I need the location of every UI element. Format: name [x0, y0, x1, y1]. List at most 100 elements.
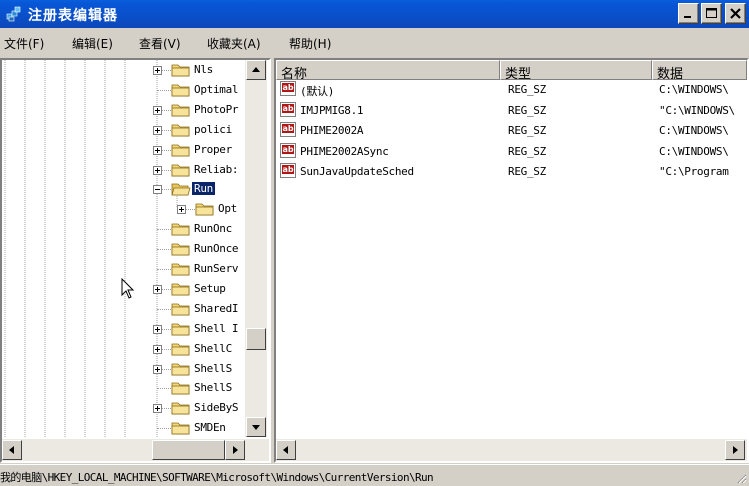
- tree-scroll-thumb[interactable]: [246, 328, 266, 350]
- arrow-left-icon: [9, 446, 14, 454]
- tree-node-label: Shell I: [194, 321, 239, 335]
- tree-connector: [157, 428, 171, 430]
- string-value-icon: ab: [280, 101, 296, 117]
- value-name: IMJPMIG8.1: [300, 103, 364, 117]
- tree-node-label: Nls: [194, 63, 213, 76]
- tree-scroll-up-button[interactable]: [246, 60, 266, 80]
- value-row[interactable]: ab (默认) REG_SZ C:\WINDOWS\: [278, 80, 738, 100]
- column-header-name[interactable]: 名称: [276, 60, 500, 80]
- tree-horizontal-scrollbar[interactable]: [2, 439, 269, 461]
- folder-icon: [171, 102, 191, 118]
- tree-node-label: PhotoPr: [194, 102, 239, 116]
- arrow-up-icon: [252, 67, 260, 72]
- registry-values-pane[interactable]: 名称 类型 数据 ab (默认) REG_SZ C:\WINDOWS\ ab IMJPMI…: [274, 58, 749, 463]
- tree-hscroll-thumb[interactable]: [152, 440, 225, 460]
- column-header-data[interactable]: 数据: [652, 60, 747, 80]
- folder-icon: [171, 162, 191, 178]
- expand-plus-icon[interactable]: [153, 105, 162, 115]
- tree-vertical-scrollbar[interactable]: [245, 60, 267, 437]
- folder-icon: [171, 221, 191, 237]
- value-type: REG_SZ: [508, 165, 546, 178]
- value-name: PHIME2002A: [300, 124, 364, 137]
- column-header-type[interactable]: 类型: [500, 60, 652, 80]
- tree-scroll-right-button[interactable]: [225, 440, 245, 460]
- tree-node-label: RunOnc: [194, 222, 232, 236]
- folder-icon: [171, 400, 191, 416]
- close-button[interactable]: [725, 3, 746, 24]
- tree-node-label: SharedI: [194, 301, 239, 315]
- expand-plus-icon[interactable]: [153, 125, 162, 135]
- tree-node-label: Optimal: [194, 82, 239, 96]
- value-type: REG_SZ: [508, 103, 546, 117]
- folder-icon: [171, 321, 191, 337]
- menu-bar: 文件(F) 编辑(E) 查看(V) 收藏夹(A) 帮助(H): [0, 28, 749, 58]
- minimize-icon: [684, 16, 691, 18]
- collapse-minus-icon[interactable]: [153, 185, 162, 195]
- folder-open-icon: [171, 181, 191, 197]
- regedit-app-icon: [6, 6, 21, 22]
- arrow-right-icon: [233, 446, 238, 454]
- expand-plus-icon[interactable]: [153, 145, 162, 155]
- folder-icon: [171, 301, 191, 317]
- menu-help[interactable]: 帮助(H): [289, 35, 331, 52]
- expand-plus-icon[interactable]: [153, 404, 162, 414]
- expand-plus-icon[interactable]: [153, 66, 162, 75]
- tree-node-label: RunServ: [194, 262, 239, 275]
- value-data: C:\WINDOWS\: [659, 144, 729, 158]
- tree-node-label: polici: [194, 122, 232, 136]
- folder-icon: [171, 281, 191, 297]
- tree-node-label: ShellC: [194, 341, 232, 355]
- folder-icon: [171, 82, 191, 98]
- status-bar: 我的电脑\HKEY_LOCAL_MACHINE\SOFTWARE\Microso…: [0, 464, 749, 486]
- value-row[interactable]: ab SunJavaUpdateSched REG_SZ "C:\Program: [278, 162, 738, 182]
- value-type: REG_SZ: [508, 83, 546, 96]
- expand-plus-icon[interactable]: [153, 165, 162, 175]
- resize-grip-icon[interactable]: [735, 472, 747, 484]
- folder-icon: [171, 361, 191, 377]
- folder-icon: [171, 62, 191, 78]
- value-row[interactable]: ab PHIME2002ASync REG_SZ C:\WINDOWS\: [278, 142, 738, 162]
- folder-icon: [171, 261, 191, 277]
- value-row[interactable]: ab IMJPMIG8.1 REG_SZ "C:\WINDOWS\: [278, 101, 738, 121]
- registry-tree-pane[interactable]: Nls Optimal PhotoPr polici Proper Reliab: Run O…: [0, 58, 271, 463]
- values-scroll-right-button[interactable]: [725, 440, 745, 460]
- expand-plus-icon[interactable]: [153, 324, 162, 334]
- value-row[interactable]: ab PHIME2002A REG_SZ C:\WINDOWS\: [278, 121, 738, 141]
- tree-node-label: SideByS: [194, 401, 239, 415]
- menu-favorites[interactable]: 收藏夹(A): [207, 35, 261, 52]
- folder-icon: [171, 380, 191, 396]
- tree-node-label: ShellS: [194, 381, 232, 395]
- expand-plus-icon[interactable]: [153, 364, 162, 374]
- folder-icon: [195, 201, 215, 217]
- folder-icon: [171, 241, 191, 257]
- value-type: REG_SZ: [508, 124, 546, 137]
- value-name: (默认): [300, 85, 335, 98]
- values-horizontal-scrollbar[interactable]: [276, 439, 747, 461]
- tree-scroll-left-button[interactable]: [2, 440, 22, 460]
- tree-connector: [157, 229, 171, 231]
- string-value-icon: ab: [280, 122, 296, 137]
- value-name: PHIME2002ASync: [300, 144, 389, 158]
- tree-node-label: Opt: [218, 202, 237, 216]
- maximize-icon: [706, 8, 717, 18]
- tree-connector: [157, 388, 171, 390]
- expand-plus-icon[interactable]: [153, 344, 162, 354]
- tree-node-label: SMDEn: [194, 421, 226, 435]
- expand-plus-icon[interactable]: [153, 284, 162, 294]
- string-value-icon: ab: [280, 163, 296, 178]
- menu-file[interactable]: 文件(F): [4, 35, 44, 52]
- string-value-icon: ab: [280, 142, 296, 158]
- maximize-button[interactable]: [701, 3, 722, 24]
- value-name: SunJavaUpdateSched: [300, 165, 414, 178]
- tree-scroll-down-button[interactable]: [246, 417, 266, 437]
- values-scroll-left-button[interactable]: [276, 440, 296, 460]
- menu-edit[interactable]: 编辑(E): [72, 35, 113, 52]
- window-title: 注册表编辑器: [28, 8, 118, 24]
- expand-plus-icon[interactable]: [177, 205, 186, 215]
- tree-node-label: Setup: [194, 281, 226, 295]
- title-bar[interactable]: 注册表编辑器: [0, 0, 749, 28]
- value-data: C:\WINDOWS\: [659, 83, 729, 96]
- menu-view[interactable]: 查看(V): [139, 35, 181, 52]
- value-data: "C:\Program: [659, 165, 729, 178]
- minimize-button[interactable]: [678, 3, 699, 24]
